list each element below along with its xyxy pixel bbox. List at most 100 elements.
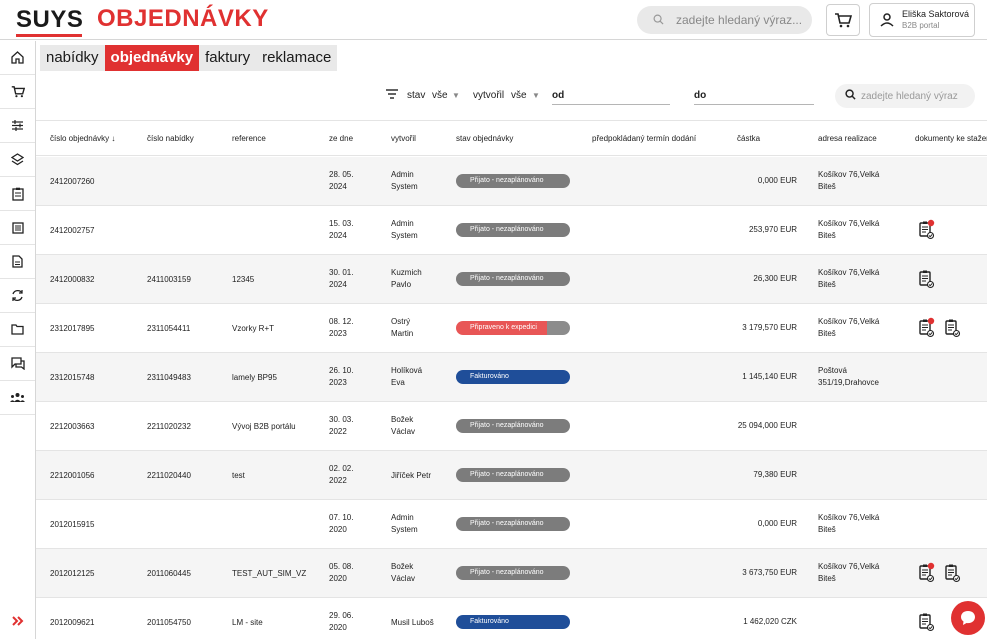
order-date-day: 29. 06. [329, 611, 354, 620]
sidebar-item-clipboard[interactable] [0, 177, 35, 211]
stav-filter-label: stav [407, 90, 426, 101]
document-icon[interactable] [944, 562, 962, 584]
document-new-icon[interactable] [918, 317, 936, 339]
order-number[interactable]: 2312015748 [50, 372, 95, 384]
reference-text: 12345 [232, 275, 255, 284]
sidebar-item-chat[interactable] [0, 347, 35, 381]
created-by: Kuzmich Pavlo [391, 267, 422, 291]
offer-number[interactable]: 2211020440 [147, 470, 191, 482]
sidebar-item-home[interactable] [0, 41, 35, 75]
search-icon [845, 89, 856, 103]
order-number[interactable]: 2212003663 [50, 421, 95, 433]
tab-faktury[interactable]: faktury [199, 45, 257, 71]
sidebar-item-cart[interactable] [0, 75, 35, 109]
order-number[interactable]: 2012009621 [50, 617, 95, 629]
order-number[interactable]: 2312017895 [50, 323, 95, 335]
document-icon[interactable] [918, 268, 936, 290]
table-row[interactable]: 2412000832 2411003159 12345 30. 01. 2024 Kuzm… [36, 255, 987, 304]
address-line2: Biteš [818, 231, 836, 240]
col-ze-dne[interactable]: ze dne [329, 134, 353, 143]
logo[interactable]: SUYS [16, 6, 83, 34]
order-number[interactable]: 2412000832 [50, 274, 95, 286]
col-reference[interactable]: reference [232, 134, 266, 143]
order-date-year: 2020 [329, 623, 347, 632]
order-number[interactable]: 2212001056 [50, 470, 95, 482]
table-row[interactable]: 2012015915 07. 10. 2020 Admin System Přijato … [36, 500, 987, 549]
tab-nabidky[interactable]: nabídky [40, 45, 105, 71]
order-date-year: 2022 [329, 427, 347, 436]
col-dokumenty[interactable]: dokumenty ke stažení [915, 134, 987, 143]
order-number[interactable]: 2412002757 [50, 225, 95, 237]
cart-button[interactable] [826, 4, 860, 36]
table-row[interactable]: 2412002757 15. 03. 2024 Admin System Přijato … [36, 206, 987, 255]
filter-icon[interactable] [385, 87, 399, 105]
table-row[interactable]: 2012012125 2011060445 TEST_AUT_SIM_VZ 05. 0… [36, 549, 987, 598]
top-search-input[interactable]: zadejte hledaný výraz... [637, 6, 812, 34]
top-header: SUYS OBJEDNÁVKY zadejte hledaný výraz...… [0, 0, 987, 40]
sidebar-item-sync[interactable] [0, 279, 35, 313]
created-by-line1: Jiříček Petr [391, 471, 432, 480]
offer-number[interactable]: 2011054750 [147, 617, 191, 629]
chevron-down-icon[interactable]: ▼ [452, 91, 460, 100]
chevron-down-icon[interactable]: ▼ [532, 91, 540, 100]
address-line2: Biteš [818, 574, 836, 583]
sidebar-item-settings[interactable] [0, 109, 35, 143]
order-date-day: 30. 01. [329, 268, 354, 277]
table-row[interactable]: 2212003663 2211020232 Vývoj B2B portálu 30.… [36, 402, 987, 451]
do-date-input[interactable] [694, 104, 814, 105]
table-row[interactable]: 2012009621 2011054750 LM - site 29. 06. 2020… [36, 598, 987, 639]
cart-icon [835, 13, 852, 28]
offer-number[interactable]: 2411003159 [147, 274, 191, 286]
col-cislo-nabidky[interactable]: číslo nabídky [147, 134, 194, 143]
stav-filter-select[interactable]: vše [432, 90, 448, 101]
order-number[interactable]: 2012015915 [50, 519, 95, 531]
table-row[interactable]: 2312015748 2311049483 lamely BP95 26. 10. 20… [36, 353, 987, 402]
offer-number[interactable]: 2011060445 [147, 568, 191, 580]
sidebar-item-document[interactable] [0, 245, 35, 279]
order-date: 26. 10. 2023 [329, 365, 353, 389]
order-number[interactable]: 2412007260 [50, 176, 95, 188]
order-date-year: 2020 [329, 574, 347, 583]
document-icon[interactable] [918, 611, 936, 633]
offer-number[interactable]: 2311049483 [147, 372, 191, 384]
col-castka[interactable]: částka [737, 134, 760, 143]
amount-value: 1 462,020 CZK [743, 617, 797, 626]
od-date-input[interactable] [552, 104, 670, 105]
created-by-line1: Admin [391, 513, 414, 522]
tab-reklamace[interactable]: reklamace [256, 45, 338, 71]
vytvoril-filter-select[interactable]: vše [511, 90, 527, 101]
status-badge: Přijato - nezaplánováno [456, 272, 570, 286]
chat-button[interactable] [951, 601, 985, 635]
table-row[interactable]: 2412007260 28. 05. 2024 Admin System Přijato … [36, 157, 987, 206]
offer-number[interactable]: 2211020232 [147, 421, 191, 433]
table-row[interactable]: 2312017895 2311054411 Vzorky R+T 08. 12. 202… [36, 304, 987, 353]
amount-value: 0,000 EUR [757, 519, 797, 528]
order-date-day: 05. 08. [329, 562, 354, 571]
users-icon [10, 393, 25, 402]
sidebar-item-layers[interactable] [0, 143, 35, 177]
user-menu[interactable]: Eliška Saktorová B2B portal [869, 3, 975, 37]
document-new-icon[interactable] [918, 219, 936, 241]
col-vytvoril[interactable]: vytvořil [391, 134, 416, 143]
do-date-label: do [694, 90, 707, 101]
sidebar-expand-button[interactable] [0, 603, 35, 639]
sidebar-item-folder[interactable] [0, 313, 35, 347]
col-adresa[interactable]: adresa realizace [818, 134, 877, 143]
double-chevron-right-icon [11, 616, 23, 626]
reference-text: Vzorky R+T [232, 324, 275, 333]
sidebar-item-users[interactable] [0, 381, 35, 415]
col-termin[interactable]: předpokládaný termín dodání [592, 134, 696, 143]
order-number[interactable]: 2012012125 [50, 568, 95, 580]
order-date: 07. 10. 2020 [329, 512, 353, 536]
document-new-icon[interactable] [918, 562, 936, 584]
logo-underline [16, 34, 82, 37]
document-icon[interactable] [944, 317, 962, 339]
created-by-line2: System [391, 182, 418, 191]
tab-objednavky[interactable]: objednávky [104, 45, 200, 71]
col-cislo-objednavky[interactable]: číslo objednávky ↓ [50, 134, 115, 143]
col-stav[interactable]: stav objednávky [456, 134, 513, 143]
sidebar-item-list[interactable] [0, 211, 35, 245]
offer-number[interactable]: 2311054411 [147, 323, 190, 335]
table-row[interactable]: 2212001056 2211020440 test 02. 02. 2022 Jiříč… [36, 451, 987, 500]
table-search-input[interactable]: zadejte hledaný výraz [835, 84, 975, 108]
